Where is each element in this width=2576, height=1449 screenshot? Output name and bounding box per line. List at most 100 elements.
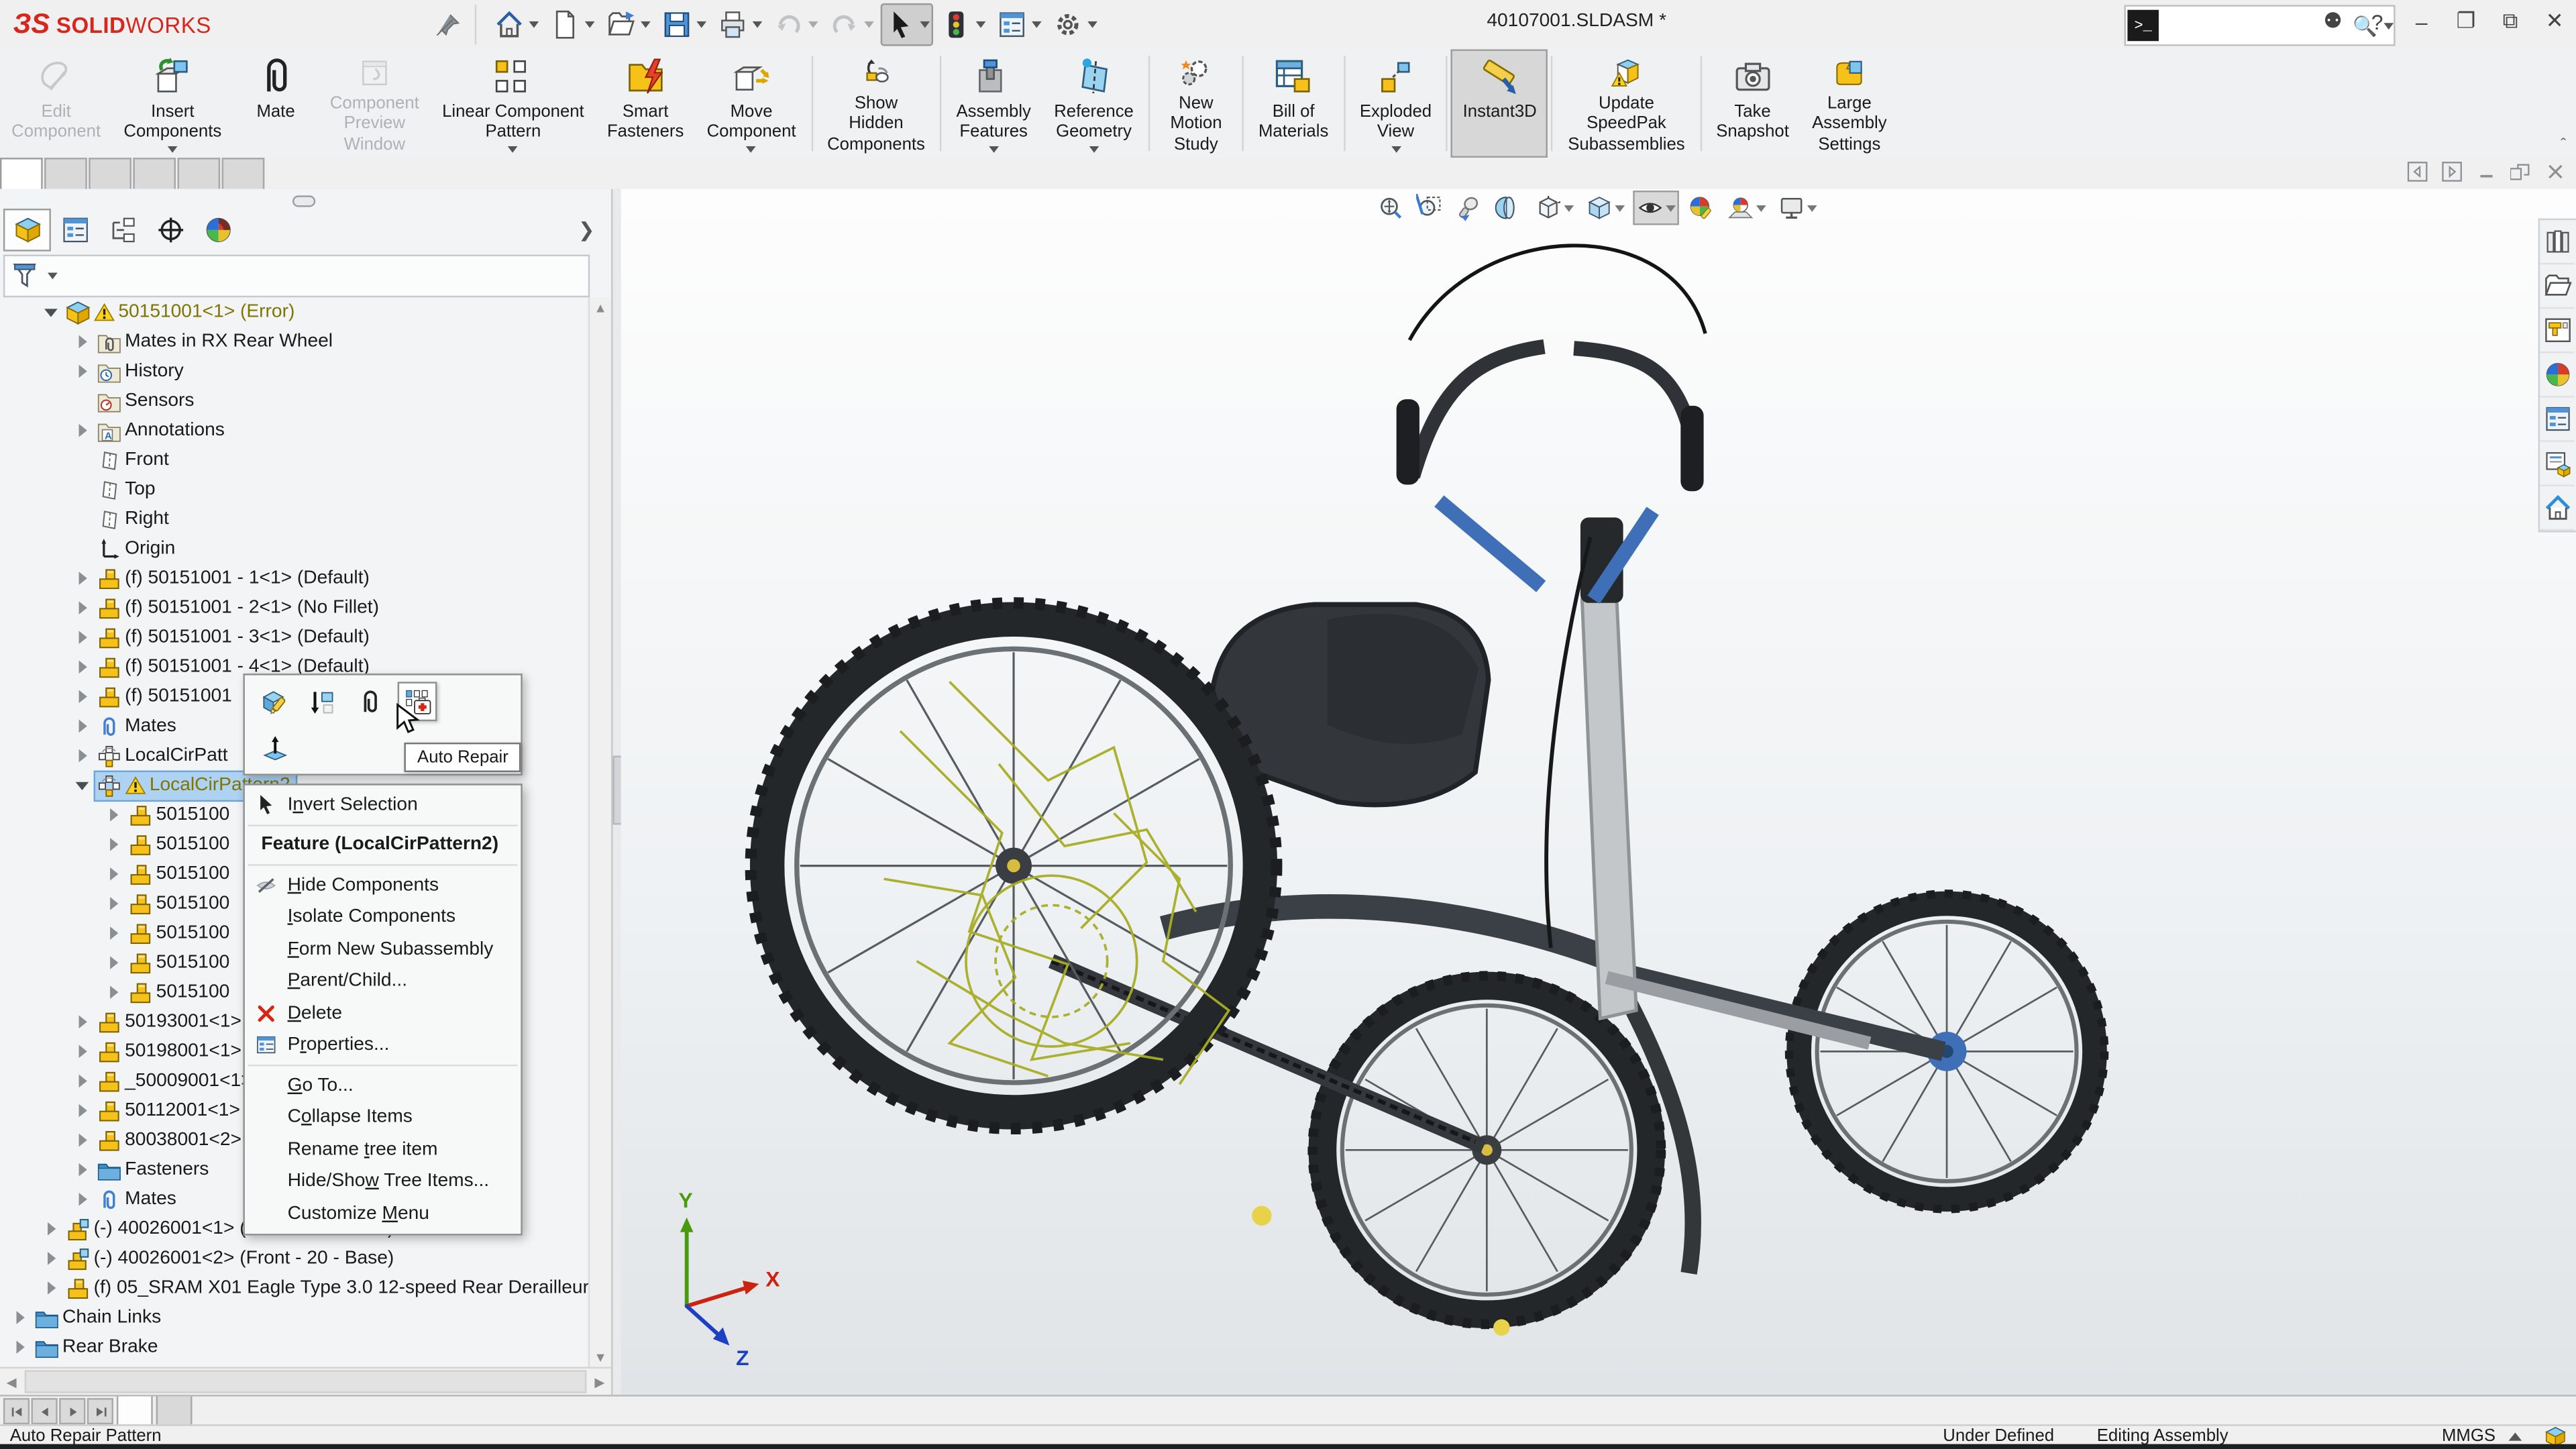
view-toolbar-button[interactable] — [1774, 191, 1821, 225]
expand-arrow-icon[interactable] — [105, 923, 125, 943]
ribbon-button[interactable]: Instant3D — [1451, 49, 1548, 158]
solidworks-status-icon[interactable] — [2544, 1425, 2566, 1446]
context-menu-item[interactable]: Hide Components — [245, 869, 521, 902]
commandmanager-tab[interactable] — [221, 158, 265, 189]
tree-row[interactable]: (f) 50151001 - 1<1> (Default) — [0, 564, 590, 593]
context-menu-item[interactable]: Customize Menu — [245, 1197, 521, 1230]
expand-arrow-icon[interactable] — [74, 480, 93, 499]
ribbon-button[interactable]: Insert Components — [112, 49, 233, 158]
commandmanager-tab[interactable] — [177, 158, 221, 189]
view-toolbar-button[interactable] — [1684, 191, 1718, 225]
chevron-up-icon[interactable] — [2508, 1432, 2522, 1440]
graphics-viewport[interactable]: X Y Z — [621, 189, 2576, 1395]
ribbon-button[interactable]: Update SpeedPak Subassemblies — [1556, 49, 1697, 158]
quickbar-button[interactable] — [991, 3, 1044, 46]
expand-arrow-icon[interactable] — [74, 362, 93, 381]
task-pane-tab[interactable] — [2540, 220, 2575, 265]
task-pane-tab[interactable] — [2540, 354, 2575, 398]
context-menu-item[interactable]: Parent/Child... — [245, 965, 521, 998]
commandmanager-tab[interactable] — [89, 158, 131, 189]
expand-arrow-icon[interactable] — [74, 1101, 93, 1120]
ribbon-button[interactable]: Assembly Features — [945, 49, 1042, 158]
ribbon-button[interactable]: Edit Component — [0, 49, 112, 158]
tree-row[interactable]: (-) 40026001<2> (Front - 20 - Base) — [0, 1244, 590, 1273]
tree-row[interactable]: Rear Brake — [0, 1332, 590, 1362]
expand-arrow-icon[interactable] — [43, 303, 62, 322]
user-account-icon[interactable]: ⚉ — [2318, 7, 2348, 36]
expand-arrow-icon[interactable] — [105, 835, 125, 854]
tab-nav-button[interactable] — [3, 1398, 30, 1425]
expand-arrow-icon[interactable] — [74, 598, 93, 617]
study-tab[interactable] — [156, 1396, 193, 1426]
document-window-control[interactable] — [2510, 161, 2532, 182]
expand-arrow-icon[interactable] — [74, 716, 93, 736]
quickbar-button[interactable] — [936, 3, 988, 46]
context-menu-item[interactable]: Hide/Show Tree Items... — [245, 1166, 521, 1198]
expand-arrow-icon[interactable] — [74, 687, 93, 706]
tree-row[interactable]: Annotations — [0, 416, 590, 445]
ribbon-button[interactable]: Large Assembly Settings — [1801, 49, 1898, 158]
tree-row[interactable]: Origin — [0, 534, 590, 564]
view-toolbar-button[interactable] — [1582, 191, 1628, 225]
expand-arrow-icon[interactable] — [74, 657, 93, 677]
ribbon-button[interactable]: Take Snapshot — [1705, 49, 1801, 158]
ribbon-button[interactable]: Reference Geometry — [1042, 49, 1145, 158]
view-toolbar-button[interactable] — [1452, 191, 1487, 225]
tree-row[interactable]: (f) 05_SRAM X01 Eagle Type 3.0 12-speed … — [0, 1273, 590, 1303]
expand-arrow-icon[interactable] — [74, 1071, 93, 1091]
menu-item[interactable] — [366, 18, 395, 32]
context-menu-item[interactable]: Rename tree item — [245, 1134, 521, 1166]
quickbar-button[interactable] — [600, 3, 653, 46]
tree-horizontal-scrollbar[interactable]: ◀ ▶ — [0, 1366, 612, 1395]
expand-arrow-icon[interactable] — [43, 1219, 62, 1238]
document-window-control[interactable] — [2476, 161, 2498, 182]
view-toolbar-button[interactable] — [1413, 191, 1447, 225]
expand-arrow-icon[interactable] — [74, 628, 93, 647]
featuremanager-tab[interactable] — [146, 209, 194, 252]
context-menu-item[interactable]: Isolate Components — [245, 901, 521, 933]
tree-row[interactable]: 50151001<1> (Error) — [0, 297, 590, 327]
close-icon[interactable]: ✕ — [2540, 7, 2569, 36]
document-window-control[interactable] — [2407, 161, 2428, 182]
expand-arrow-icon[interactable] — [105, 953, 125, 972]
expand-arrow-icon[interactable] — [74, 539, 93, 558]
expand-arrow-icon[interactable] — [105, 982, 125, 1002]
menu-item[interactable] — [248, 18, 277, 32]
quickbar-button[interactable] — [712, 3, 765, 46]
featuremanager-tab[interactable] — [99, 209, 146, 252]
context-toolbar-button[interactable] — [255, 728, 294, 767]
context-toolbar-button[interactable] — [350, 682, 390, 721]
expand-arrow-icon[interactable] — [74, 391, 93, 411]
context-menu-item[interactable]: Properties... — [245, 1029, 521, 1061]
expand-arrow-icon[interactable] — [43, 1248, 62, 1268]
menu-item[interactable] — [277, 18, 307, 32]
commandmanager-tab[interactable] — [0, 158, 43, 189]
tree-filter[interactable] — [3, 254, 590, 298]
ribbon-button[interactable]: New Motion Study — [1153, 49, 1238, 158]
commandmanager-tab[interactable] — [133, 158, 176, 189]
help-icon[interactable]: ? — [2363, 7, 2392, 36]
expand-arrow-icon[interactable] — [74, 1042, 93, 1061]
view-toolbar-button[interactable] — [1633, 191, 1679, 225]
menu-item[interactable] — [307, 18, 336, 32]
ribbon-button[interactable]: Move Component — [695, 49, 807, 158]
quickbar-button[interactable] — [656, 3, 708, 46]
scroll-up-icon[interactable]: ▲ — [590, 297, 611, 319]
tree-row[interactable]: Sensors — [0, 386, 590, 416]
scroll-right-icon[interactable]: ▶ — [588, 1370, 611, 1393]
tree-row[interactable]: Right — [0, 504, 590, 534]
tree-row[interactable]: History — [0, 356, 590, 386]
window-layout-icon[interactable]: ❐ — [2451, 7, 2481, 36]
expand-arrow-icon[interactable] — [105, 894, 125, 913]
scroll-down-icon[interactable]: ▼ — [590, 1347, 611, 1368]
featuremanager-tab[interactable] — [194, 209, 241, 252]
document-window-control[interactable] — [2441, 161, 2463, 182]
minimize-icon[interactable]: – — [2407, 7, 2436, 36]
context-menu-item[interactable]: Go To... — [245, 1069, 521, 1102]
context-menu-item[interactable]: Delete — [245, 998, 521, 1030]
context-toolbar-button[interactable] — [255, 682, 294, 721]
ribbon-button[interactable]: Show Hidden Components — [816, 49, 936, 158]
tab-nav-button[interactable] — [87, 1398, 113, 1425]
expand-arrow-icon[interactable] — [74, 421, 93, 440]
commandmanager-tab[interactable] — [44, 158, 87, 189]
